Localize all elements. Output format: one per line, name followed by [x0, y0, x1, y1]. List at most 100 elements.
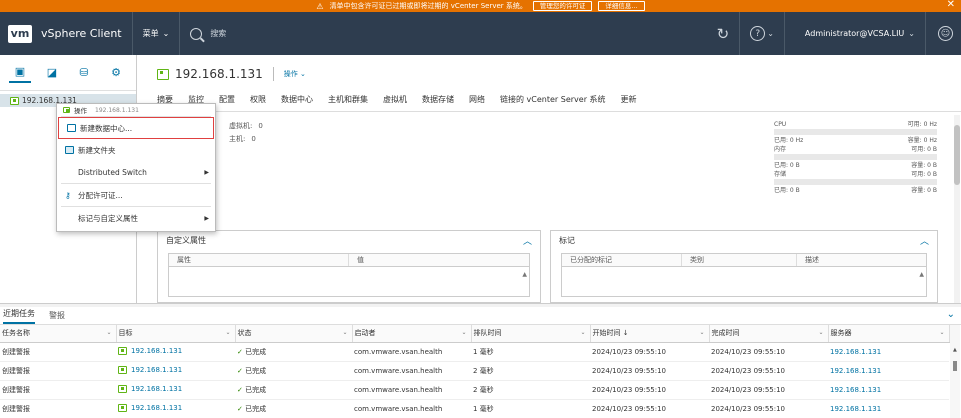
help-icon[interactable]: ? [750, 26, 766, 41]
menu-item-label: 标记与自定义属性 [78, 213, 138, 223]
table-row[interactable]: 创建警报 192.168.1.131 ✓ 已完成 com.vmware.vsan.he… [0, 380, 949, 400]
cell-server[interactable]: 192.168.1.131 [828, 380, 949, 400]
feedback-smiley-icon[interactable]: ☺ [938, 26, 953, 41]
filter-dropdown-icon[interactable]: ⌄ [818, 329, 823, 336]
manage-licenses-button[interactable]: 管理您的许可证 [532, 1, 593, 11]
column-header[interactable]: 任务名称 ⌄ [0, 325, 117, 343]
column-header[interactable]: 服务器 ⌄ [828, 325, 950, 343]
target-link[interactable]: 192.168.1.131 [118, 346, 182, 355]
target-link[interactable]: 192.168.1.131 [118, 403, 182, 412]
menu-item-new-folder[interactable]: 新建文件夹 [57, 139, 215, 161]
refresh-icon[interactable]: ↻ [717, 25, 730, 43]
cell-server-text[interactable]: 192.168.1.131 [830, 405, 881, 413]
column-header[interactable]: 目标 ⌄ [116, 325, 236, 343]
scroll-up-icon[interactable]: ▲ [919, 271, 924, 278]
scrollbar-thumb[interactable] [953, 361, 957, 371]
menu-item-distributed-switch[interactable]: Distributed Switch ▶ [57, 161, 215, 183]
custom-attributes-panel: 自定义属性 ︿ 属性 值 ▲ [157, 230, 541, 303]
hosts-clusters-tab-icon[interactable]: ▣ [9, 63, 31, 83]
alert-details-button[interactable]: 详细信息... [598, 1, 645, 11]
vm-count-label: 虚拟机: [229, 122, 253, 130]
tabs-underline [137, 111, 961, 112]
filter-dropdown-icon[interactable]: ⌄ [580, 329, 585, 336]
collapse-chevron-icon[interactable]: ︿ [523, 234, 532, 247]
vmware-logo[interactable]: vm [8, 24, 32, 43]
cell-initiator-text: com.vmware.vsan.health [354, 404, 443, 413]
vcenter-icon [118, 403, 127, 412]
column-header-attribute[interactable]: 属性 [169, 254, 349, 266]
grid-header: 已分配的标记 类别 描述 [561, 253, 927, 267]
scrollbar-thumb[interactable] [954, 125, 960, 185]
cell-end-time-text: 2024/10/23 09:55:10 [711, 366, 786, 375]
column-header[interactable]: 完成时间 ⌄ [709, 325, 829, 343]
column-header[interactable]: 启动者 ⌄ [352, 325, 472, 343]
vcenter-icon [63, 107, 70, 113]
menu-item-new-datacenter[interactable]: 新建数据中心... [58, 117, 214, 139]
global-search[interactable]: 搜索 [190, 27, 226, 40]
network-tab-icon[interactable]: ⚙ [105, 63, 127, 83]
cell-server-text[interactable]: 192.168.1.131 [830, 386, 881, 394]
filter-dropdown-icon[interactable]: ⌄ [939, 329, 944, 336]
tab-recent-tasks[interactable]: 近期任务 [3, 308, 35, 324]
column-header[interactable]: 开始时间 ↓ ⌄ [590, 325, 710, 343]
menu-item-tags-attributes[interactable]: 标记与自定义属性 ▶ [57, 207, 215, 229]
cell-server-text[interactable]: 192.168.1.131 [830, 367, 881, 375]
filter-dropdown-icon[interactable]: ⌄ [342, 329, 347, 336]
main-scrollbar[interactable] [954, 115, 960, 303]
actions-menu[interactable]: 操作 ⌄ [284, 69, 306, 79]
chevron-down-icon: ⌄ [162, 29, 170, 38]
cell-queued-text: 1 毫秒 [473, 404, 494, 413]
vms-templates-tab-icon[interactable]: ◪ [41, 63, 63, 83]
status-text: 已完成 [245, 366, 267, 375]
cell-target[interactable]: 192.168.1.131 [116, 380, 235, 400]
target-text[interactable]: 192.168.1.131 [131, 404, 182, 412]
search-input[interactable]: 搜索 [210, 28, 226, 39]
memory-capacity: 容量: 0 B [911, 162, 937, 169]
datacenter-icon [67, 124, 76, 132]
collapse-chevron-icon[interactable]: ︿ [920, 234, 929, 247]
column-header-assigned-tag[interactable]: 已分配的标记 [562, 254, 682, 266]
tasks-scrollbar[interactable]: ▲ [950, 325, 960, 418]
tab-alarms[interactable]: 警报 [49, 310, 65, 324]
filter-dropdown-icon[interactable]: ⌄ [461, 329, 466, 336]
target-text[interactable]: 192.168.1.131 [131, 366, 182, 374]
target-text[interactable]: 192.168.1.131 [131, 385, 182, 393]
scroll-up-icon[interactable]: ▲ [953, 347, 957, 353]
cell-server[interactable]: 192.168.1.131 [828, 399, 949, 418]
column-header-value[interactable]: 值 [349, 254, 529, 266]
table-row[interactable]: 创建警报 192.168.1.131 ✓ 已完成 com.vmware.vsan.he… [0, 399, 949, 418]
filter-dropdown-icon[interactable]: ⌄ [699, 329, 704, 336]
target-link[interactable]: 192.168.1.131 [118, 384, 182, 393]
collapse-pane-icon[interactable]: ⌄ [947, 309, 955, 320]
table-row[interactable]: 创建警报 192.168.1.131 ✓ 已完成 com.vmware.vsan.he… [0, 361, 949, 381]
cell-target[interactable]: 192.168.1.131 [116, 399, 235, 418]
target-text[interactable]: 192.168.1.131 [131, 347, 182, 355]
close-icon[interactable]: ✕ [947, 0, 955, 10]
warning-icon: ⚠ [316, 1, 324, 11]
cell-target[interactable]: 192.168.1.131 [116, 361, 235, 381]
column-header-category[interactable]: 类别 [682, 254, 797, 266]
column-header-description[interactable]: 描述 [797, 254, 926, 266]
storage-tab-icon[interactable]: ⛁ [73, 63, 95, 83]
filter-dropdown-icon[interactable]: ⌄ [106, 329, 111, 336]
cpu-free: 可用: 0 Hz [907, 121, 937, 128]
column-header[interactable]: 状态 ⌄ [235, 325, 353, 343]
cell-server[interactable]: 192.168.1.131 [828, 361, 949, 381]
vcenter-icon [118, 346, 127, 355]
menu-item-assign-license[interactable]: ⚷ 分配许可证... [57, 184, 215, 206]
cell-server[interactable]: 192.168.1.131 [828, 342, 949, 362]
cell-server-text[interactable]: 192.168.1.131 [830, 348, 881, 356]
status-text: 已完成 [245, 385, 267, 394]
user-menu[interactable]: Administrator@VCSA.LIU [805, 29, 904, 38]
target-link[interactable]: 192.168.1.131 [118, 365, 182, 374]
cell-target[interactable]: 192.168.1.131 [116, 342, 235, 362]
scroll-up-icon[interactable]: ▲ [522, 271, 527, 278]
filter-dropdown-icon[interactable]: ⌄ [225, 329, 230, 336]
table-row[interactable]: 创建警报 192.168.1.131 ✓ 已完成 com.vmware.vsan.he… [0, 342, 949, 362]
column-header[interactable]: 排队时间 ⌄ [471, 325, 591, 343]
folder-icon [65, 146, 74, 154]
cell-queued-text: 2 毫秒 [473, 366, 494, 375]
menu-dropdown[interactable]: 菜单 ⌄ [143, 28, 170, 39]
submenu-arrow-icon: ▶ [204, 168, 209, 176]
header-divider [925, 12, 926, 55]
